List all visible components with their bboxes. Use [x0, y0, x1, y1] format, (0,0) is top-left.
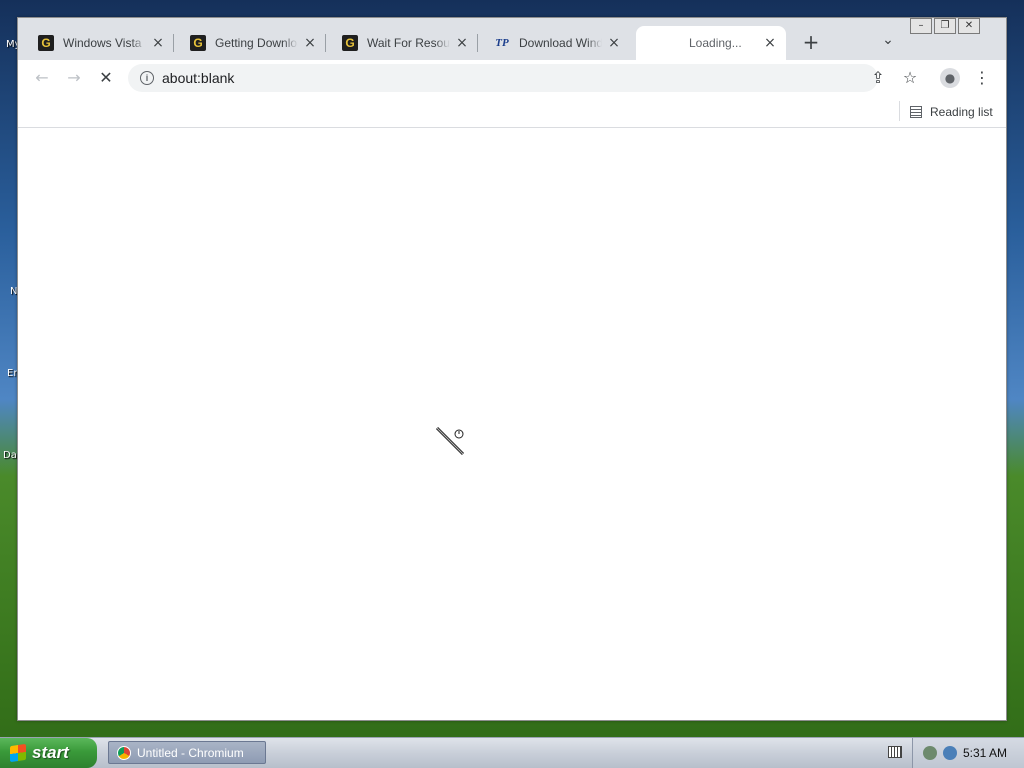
desktop-label-3[interactable]: Er	[7, 368, 17, 379]
tab-title: Wait For Resource	[367, 36, 450, 50]
tab-close-icon[interactable]: ×	[454, 35, 470, 51]
loading-favicon-icon	[650, 35, 666, 51]
bookmarks-separator	[899, 101, 900, 121]
security-shield-icon[interactable]	[923, 746, 937, 760]
tab-3[interactable]: G Wait For Resource ×	[328, 26, 478, 60]
restore-button[interactable]: ❐	[934, 18, 956, 34]
share-icon[interactable]: ⇪	[868, 68, 888, 88]
profile-avatar-icon[interactable]: ●	[940, 68, 960, 88]
start-label: start	[32, 743, 69, 762]
address-bar-url[interactable]: about:blank	[162, 70, 234, 86]
tab-close-icon[interactable]: ×	[150, 35, 166, 51]
taskbar-item-chromium[interactable]: Untitled - Chromium	[108, 741, 266, 764]
network-icon[interactable]	[943, 746, 957, 760]
tab-title: Windows Vista Ho	[63, 36, 146, 50]
tab-search-button[interactable]: ⌄	[878, 32, 898, 52]
tab-title: Download Window	[519, 36, 602, 50]
tab-close-icon[interactable]: ×	[302, 35, 318, 51]
browser-window: G Windows Vista Ho × G Getting Download …	[17, 17, 1007, 721]
tab-close-icon[interactable]: ×	[606, 35, 622, 51]
tab-separator	[325, 34, 326, 52]
page-content[interactable]	[18, 128, 1006, 720]
reading-list-label: Reading list	[930, 105, 993, 119]
tab-title: Getting Download	[215, 36, 298, 50]
address-bar[interactable]: i about:blank	[128, 64, 878, 92]
tab-4[interactable]: TP Download Window ×	[480, 26, 630, 60]
tab-1[interactable]: G Windows Vista Ho ×	[24, 26, 174, 60]
start-button[interactable]: start	[0, 738, 97, 768]
g-favicon-icon: G	[342, 35, 358, 51]
stop-loading-button[interactable]: ✕	[96, 68, 116, 88]
minimize-button[interactable]: –	[910, 18, 932, 34]
back-button[interactable]: ←	[32, 68, 52, 88]
desktop-label-4[interactable]: Da	[3, 450, 17, 461]
keyboard-icon[interactable]	[888, 746, 902, 758]
tab-separator	[173, 34, 174, 52]
busy-cursor-icon	[435, 426, 465, 456]
reading-list-icon	[910, 106, 922, 118]
bookmarks-bar: Reading list	[18, 96, 1006, 128]
close-window-button[interactable]: ✕	[958, 18, 980, 34]
browser-menu-icon[interactable]: ⋮	[972, 68, 992, 88]
tab-active[interactable]: Loading... ×	[636, 26, 786, 60]
forward-button[interactable]: →	[64, 68, 84, 88]
window-controls: – ❐ ✕	[910, 18, 980, 34]
tab-title: Loading...	[689, 36, 742, 50]
tp-favicon-icon: TP	[495, 37, 509, 49]
tab-2[interactable]: G Getting Download ×	[176, 26, 326, 60]
new-tab-button[interactable]: +	[801, 32, 821, 52]
reading-list-button[interactable]: Reading list	[910, 102, 993, 122]
clock[interactable]: 5:31 AM	[963, 746, 1007, 760]
g-favicon-icon: G	[38, 35, 54, 51]
system-tray: 5:31 AM	[912, 738, 1024, 768]
tab-separator	[477, 34, 478, 52]
tab-strip: G Windows Vista Ho × G Getting Download …	[18, 18, 1006, 60]
browser-toolbar: ← → ✕ i about:blank ⇪ ☆ ● ⋮	[18, 60, 1006, 96]
site-info-icon[interactable]: i	[140, 71, 154, 85]
bookmark-star-icon[interactable]: ☆	[900, 68, 920, 88]
taskbar-item-label: Untitled - Chromium	[137, 745, 244, 760]
taskbar: start Untitled - Chromium 5:31 AM	[0, 737, 1024, 768]
g-favicon-icon: G	[190, 35, 206, 51]
windows-flag-icon	[10, 743, 26, 763]
tab-close-icon[interactable]: ×	[762, 35, 778, 51]
chromium-icon	[117, 745, 131, 760]
